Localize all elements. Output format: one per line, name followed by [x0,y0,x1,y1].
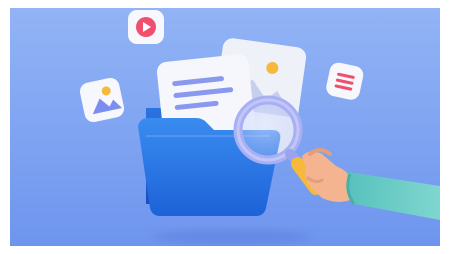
illustration-frame [10,8,440,246]
ground-shadow [152,230,312,244]
video-play-icon [128,10,164,44]
image-gallery-icon [79,77,125,123]
file-search-illustration [10,8,440,246]
